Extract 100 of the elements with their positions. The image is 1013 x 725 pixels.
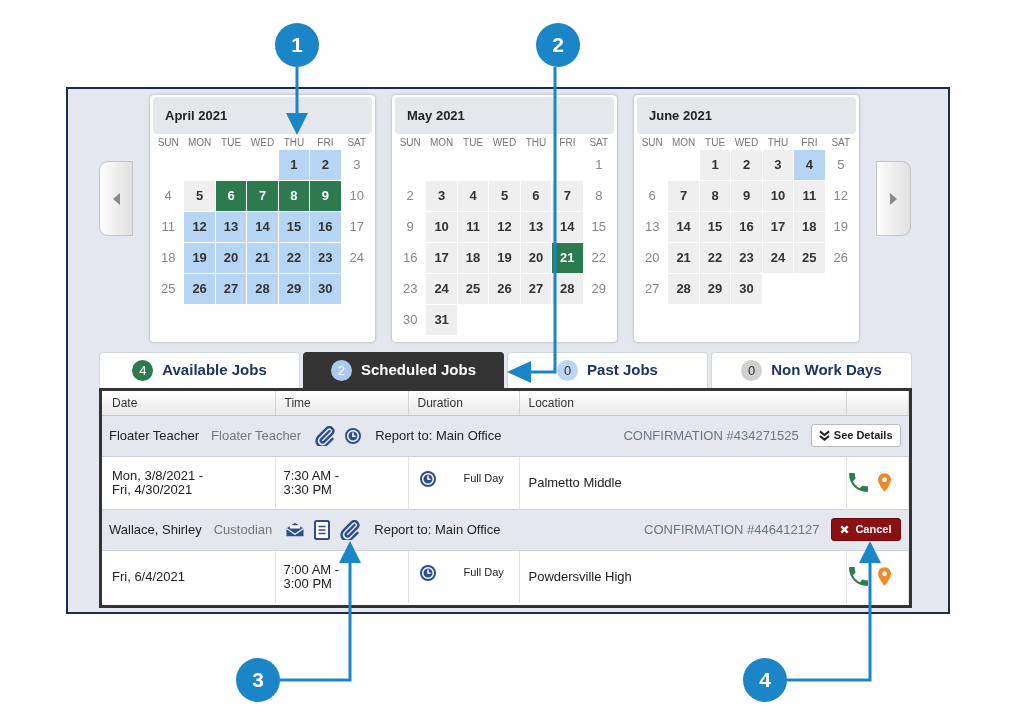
calendar-day[interactable]: 26 bbox=[184, 274, 215, 304]
calendar-day[interactable]: 16 bbox=[731, 212, 762, 242]
weekday-label: WED bbox=[491, 137, 518, 149]
calendar-day: 6 bbox=[637, 181, 668, 211]
calendar-day[interactable]: 13 bbox=[215, 212, 247, 242]
jobs-tab[interactable]: 0 Past Jobs bbox=[507, 352, 708, 388]
phone-icon[interactable] bbox=[848, 567, 868, 587]
callout-badge: 2 bbox=[536, 23, 580, 67]
calendar-day[interactable]: 10 bbox=[426, 212, 457, 242]
job-role: Floater Teacher bbox=[211, 426, 302, 445]
see-details-button[interactable]: See Details bbox=[810, 424, 901, 447]
calendar-day[interactable]: 30 bbox=[310, 274, 341, 304]
calendar-day[interactable]: 12 bbox=[489, 212, 520, 242]
calendar-day: 17 bbox=[341, 212, 372, 242]
calendar-day[interactable]: 8 bbox=[699, 181, 731, 211]
job-title: Wallace, Shirley bbox=[109, 520, 202, 539]
calendar-day[interactable]: 18 bbox=[457, 243, 489, 273]
calendar-day[interactable]: 27 bbox=[215, 274, 247, 304]
calendar-day[interactable]: 29 bbox=[278, 274, 310, 304]
calendar-day[interactable]: 24 bbox=[426, 274, 457, 304]
calendar-day[interactable]: 14 bbox=[247, 212, 278, 242]
double-chevron-down-icon bbox=[818, 430, 830, 441]
calendar-day[interactable]: 15 bbox=[278, 212, 310, 242]
paperclip-icon[interactable] bbox=[315, 425, 336, 446]
calendar-day[interactable]: 26 bbox=[489, 274, 520, 304]
weekday-label: SAT bbox=[346, 137, 368, 149]
calendar-day[interactable]: 28 bbox=[247, 274, 278, 304]
calendar-day[interactable]: 31 bbox=[426, 305, 457, 335]
cancel-button[interactable]: Cancel bbox=[831, 518, 901, 541]
weekday-label: THU bbox=[282, 137, 306, 149]
calendar-day[interactable]: 25 bbox=[794, 243, 825, 273]
calendar-day[interactable]: 27 bbox=[520, 274, 552, 304]
calendar-day[interactable]: 13 bbox=[520, 212, 552, 242]
calendar-day[interactable]: 19 bbox=[184, 243, 215, 273]
phone-icon[interactable] bbox=[848, 473, 868, 492]
calendar-day[interactable]: 17 bbox=[762, 212, 794, 242]
weekday-label: TUE bbox=[704, 137, 727, 149]
calendar-day[interactable]: 28 bbox=[668, 274, 699, 304]
calendar-day[interactable]: 21 bbox=[247, 243, 278, 273]
calendar-day: 8 bbox=[583, 181, 614, 211]
calendar-day[interactable]: 3 bbox=[426, 181, 457, 211]
envelope-icon[interactable] bbox=[286, 522, 305, 537]
calendar-day[interactable]: 22 bbox=[278, 243, 310, 273]
calendar-day[interactable]: 15 bbox=[699, 212, 731, 242]
weekday-label: WED bbox=[733, 137, 760, 149]
document-icon[interactable] bbox=[314, 519, 331, 540]
calendar-day[interactable]: 7 bbox=[668, 181, 699, 211]
jobs-tab[interactable]: 4 Available Jobs bbox=[99, 352, 300, 388]
calendar-day[interactable]: 9 bbox=[310, 181, 341, 211]
calendar-day[interactable]: 18 bbox=[794, 212, 825, 242]
report-location: Report to: Main Office bbox=[374, 520, 501, 539]
weekday-label: FRI bbox=[316, 137, 335, 149]
calendar-day: 5 bbox=[825, 150, 856, 180]
calendar-day[interactable]: 30 bbox=[731, 274, 762, 304]
calendar-day[interactable]: 1 bbox=[699, 150, 731, 180]
calendar-day[interactable]: 17 bbox=[426, 243, 457, 273]
calendar-day[interactable]: 4 bbox=[794, 150, 825, 180]
calendar-day: 26 bbox=[825, 243, 856, 273]
calendar-day[interactable]: 20 bbox=[520, 243, 552, 273]
calendar-day[interactable]: 7 bbox=[247, 181, 278, 211]
calendar-day[interactable]: 23 bbox=[731, 243, 762, 273]
calendar-day[interactable]: 14 bbox=[668, 212, 699, 242]
confirmation-number: CONFIRMATION #446412127 bbox=[644, 520, 820, 539]
table-cell: Powdersville High bbox=[519, 550, 846, 603]
calendar-day[interactable]: 1 bbox=[278, 150, 310, 180]
jobs-tab[interactable]: 2 Scheduled Jobs bbox=[303, 352, 504, 388]
calendar-day[interactable]: 12 bbox=[184, 212, 215, 242]
duration-text: Full Day bbox=[463, 566, 504, 579]
calendar-day[interactable]: 8 bbox=[278, 181, 310, 211]
report-location: Report to: Main Office bbox=[375, 426, 502, 445]
calendar-day[interactable]: 11 bbox=[794, 181, 825, 211]
clock-icon bbox=[419, 564, 436, 581]
calendar-day[interactable]: 6 bbox=[215, 181, 247, 211]
table-cell: Fri, 6/4/2021 bbox=[102, 550, 275, 603]
column-header: Location bbox=[519, 391, 846, 415]
calendar-day[interactable]: 3 bbox=[762, 150, 794, 180]
calendar-day[interactable]: 5 bbox=[489, 181, 520, 211]
calendar-day[interactable]: 2 bbox=[731, 150, 762, 180]
triangle-right-icon bbox=[890, 192, 897, 205]
calendar-day[interactable]: 5 bbox=[184, 181, 215, 211]
jobs-tab[interactable]: 0 Non Work Days bbox=[711, 352, 912, 388]
calendar-day[interactable]: 21 bbox=[668, 243, 699, 273]
calendar-day[interactable]: 4 bbox=[457, 181, 489, 211]
calendar-day[interactable]: 9 bbox=[731, 181, 762, 211]
close-icon bbox=[840, 525, 850, 534]
calendar-day[interactable]: 24 bbox=[762, 243, 794, 273]
calendar-day[interactable]: 11 bbox=[457, 212, 489, 242]
calendar-day[interactable]: 23 bbox=[310, 243, 341, 273]
calendar-day[interactable]: 20 bbox=[215, 243, 247, 273]
confirmation-number: CONFIRMATION #434271525 bbox=[623, 426, 799, 445]
calendar-day[interactable]: 25 bbox=[457, 274, 489, 304]
paperclip-icon[interactable] bbox=[340, 519, 361, 540]
calendar-day[interactable]: 2 bbox=[310, 150, 341, 180]
calendar-day[interactable]: 29 bbox=[699, 274, 731, 304]
calendar-day: 23 bbox=[395, 274, 426, 304]
calendar-day[interactable]: 19 bbox=[489, 243, 520, 273]
calendar-day[interactable]: 10 bbox=[762, 181, 794, 211]
calendar-day[interactable]: 22 bbox=[699, 243, 731, 273]
calendar-day[interactable]: 6 bbox=[520, 181, 552, 211]
calendar-day[interactable]: 16 bbox=[310, 212, 341, 242]
